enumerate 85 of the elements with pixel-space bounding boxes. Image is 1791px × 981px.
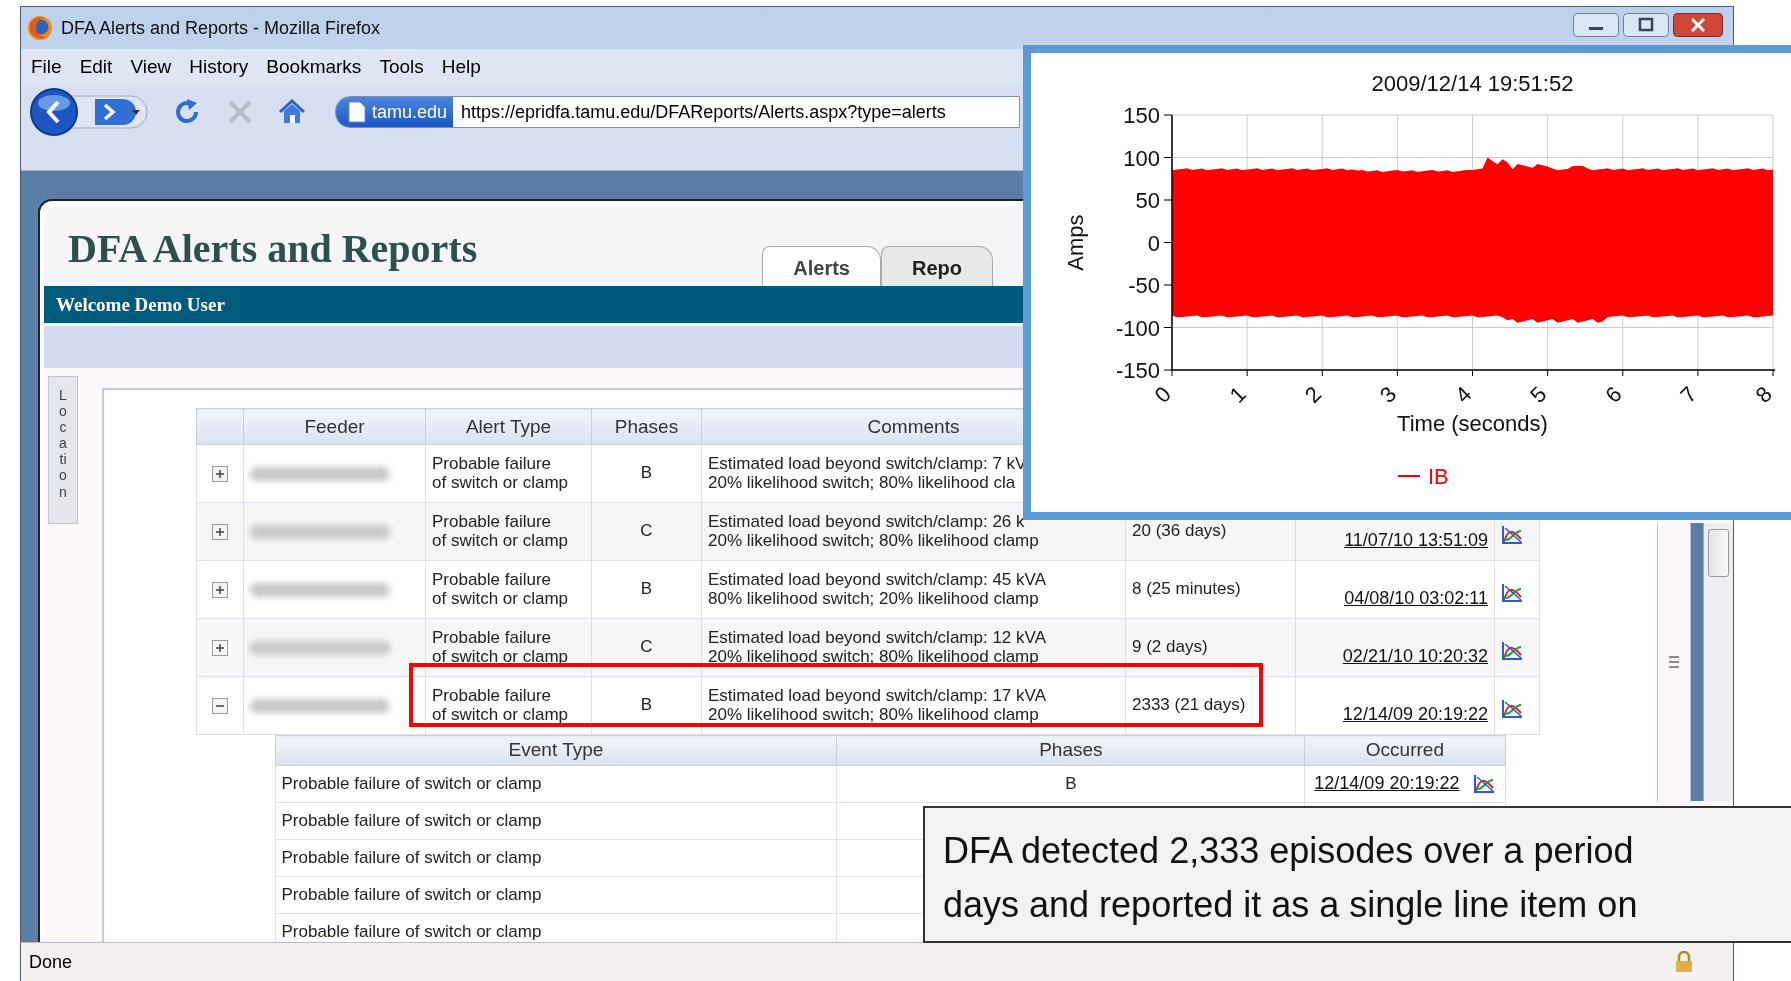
chart-icon[interactable] bbox=[1501, 698, 1523, 719]
tick-label: 7 bbox=[1675, 381, 1702, 408]
column-header[interactable]: Alert Type bbox=[425, 408, 592, 445]
axis-title: Amps bbox=[1063, 214, 1088, 271]
column-header[interactable]: Event Type bbox=[275, 735, 837, 766]
tick-label: -150 bbox=[1115, 358, 1160, 383]
table-cell: B bbox=[836, 765, 1305, 803]
chart-icon[interactable] bbox=[1473, 774, 1496, 794]
legend-label: IB bbox=[1428, 464, 1449, 489]
back-forward-buttons[interactable] bbox=[27, 87, 151, 137]
chart-icon[interactable] bbox=[1501, 582, 1523, 603]
chart-icon[interactable] bbox=[1501, 524, 1523, 545]
table-cell: B bbox=[591, 444, 702, 503]
column-header[interactable]: Comments bbox=[867, 415, 960, 437]
site-identity-badge[interactable]: tamu.edu bbox=[336, 97, 454, 127]
tick-label: 5 bbox=[1525, 381, 1552, 408]
tick-label: 6 bbox=[1600, 381, 1627, 408]
chart-icon[interactable] bbox=[1501, 640, 1523, 661]
tick-label: 8 bbox=[1750, 381, 1777, 408]
address-field[interactable]: tamu.edu https://epridfa.tamu.edu/DFAReports/Alerts.aspx?type=alerts bbox=[335, 96, 1020, 128]
tick-label: 0 bbox=[1147, 230, 1160, 256]
grip-icon[interactable] bbox=[1668, 655, 1680, 669]
collapse-icon[interactable] bbox=[212, 697, 228, 714]
tick-label: 50 bbox=[1135, 188, 1160, 213]
column-header[interactable]: Feeder bbox=[243, 408, 426, 445]
table-cell: C bbox=[591, 502, 702, 561]
menu-item[interactable]: Tools bbox=[379, 56, 424, 78]
tab[interactable]: Alerts bbox=[762, 246, 881, 286]
column-header[interactable]: Phases bbox=[591, 408, 702, 445]
scrollbar[interactable] bbox=[1703, 523, 1733, 801]
callout-text: days and reported it as a single line item on bbox=[943, 883, 1639, 927]
menu-item[interactable]: Edit bbox=[79, 56, 113, 78]
url-text: https://epridfa.tamu.edu/DFAReports/Alerts.aspx?type=alerts bbox=[460, 101, 946, 123]
menu-item[interactable]: Bookmarks bbox=[266, 56, 362, 78]
table-cell: Probable failure of switch or clamp bbox=[425, 502, 592, 561]
globe-icon bbox=[27, 15, 53, 41]
menu-item[interactable]: View bbox=[130, 56, 172, 78]
table-cell: 2333 (21 days) bbox=[1125, 676, 1296, 735]
menu-item[interactable]: File bbox=[31, 56, 62, 78]
table-cell: Estimated load beyond switch/clamp: 45 kVA 80% likelihood switch; 20% likelihood clamp bbox=[701, 560, 1126, 619]
menu-item[interactable]: Help bbox=[441, 56, 481, 78]
table-cell: Estimated load beyond switch/clamp: 17 kVA 20% likelihood switch; 80% likelihood clamp bbox=[701, 676, 1126, 735]
table-cell: 8 (25 minutes) bbox=[1125, 560, 1296, 619]
tab[interactable]: Repo bbox=[881, 246, 993, 286]
table-cell: B bbox=[591, 676, 702, 735]
page-heading: DFA Alerts and Reports bbox=[68, 225, 478, 272]
welcome-text: Welcome Demo User bbox=[56, 293, 225, 316]
header-cell bbox=[196, 408, 244, 445]
maximize-button[interactable] bbox=[1623, 13, 1669, 37]
expand-icon[interactable] bbox=[212, 581, 228, 598]
table-cell: B bbox=[591, 560, 702, 619]
axis-title: Time (seconds) bbox=[1397, 411, 1548, 436]
scroll-thumb[interactable] bbox=[1708, 529, 1729, 577]
table-cell: Probable failure of switch or clamp bbox=[275, 765, 837, 803]
table-cell: Probable failure of switch or clamp bbox=[425, 560, 592, 619]
table-cell: Probable failure of switch or clamp bbox=[275, 839, 837, 877]
callout-text: DFA detected 2,333 episodes over a period bbox=[943, 829, 1635, 873]
close-button[interactable] bbox=[1673, 13, 1723, 37]
tick-label: -50 bbox=[1128, 273, 1160, 298]
table-cell: Probable failure of switch or clamp bbox=[275, 876, 837, 914]
expand-icon[interactable] bbox=[212, 523, 228, 540]
tick-label: 1 bbox=[1224, 381, 1251, 408]
expand-icon[interactable] bbox=[212, 465, 228, 482]
menu-item[interactable]: History bbox=[189, 56, 249, 78]
tick-label: 4 bbox=[1450, 381, 1477, 408]
expand-icon[interactable] bbox=[212, 639, 228, 656]
lock-icon bbox=[1675, 951, 1693, 973]
side-tab[interactable]: Location bbox=[48, 376, 78, 524]
table-cell: Probable failure of switch or clamp bbox=[425, 676, 592, 735]
page-icon bbox=[348, 101, 366, 123]
column-header[interactable]: Occurred bbox=[1304, 735, 1505, 766]
column-header[interactable]: Phases bbox=[836, 735, 1305, 766]
table-cell: 9 (2 days) bbox=[1125, 618, 1296, 677]
plot-title: 2009/12/14 19:51:52 bbox=[1371, 71, 1574, 96]
tick-label: 0 bbox=[1149, 381, 1176, 408]
table-cell: Probable failure of switch or clamp bbox=[275, 802, 837, 840]
tick-label: 100 bbox=[1123, 145, 1160, 171]
minimize-button[interactable] bbox=[1573, 13, 1619, 37]
tick-label: -100 bbox=[1115, 315, 1160, 341]
tick-label: 150 bbox=[1123, 103, 1160, 128]
window-title: DFA Alerts and Reports - Mozilla Firefox bbox=[61, 17, 382, 39]
table-cell: Probable failure of switch or clamp bbox=[425, 444, 592, 503]
tick-label: 2 bbox=[1299, 381, 1327, 408]
status-text: Done bbox=[29, 951, 73, 973]
tick-label: 3 bbox=[1374, 381, 1402, 408]
